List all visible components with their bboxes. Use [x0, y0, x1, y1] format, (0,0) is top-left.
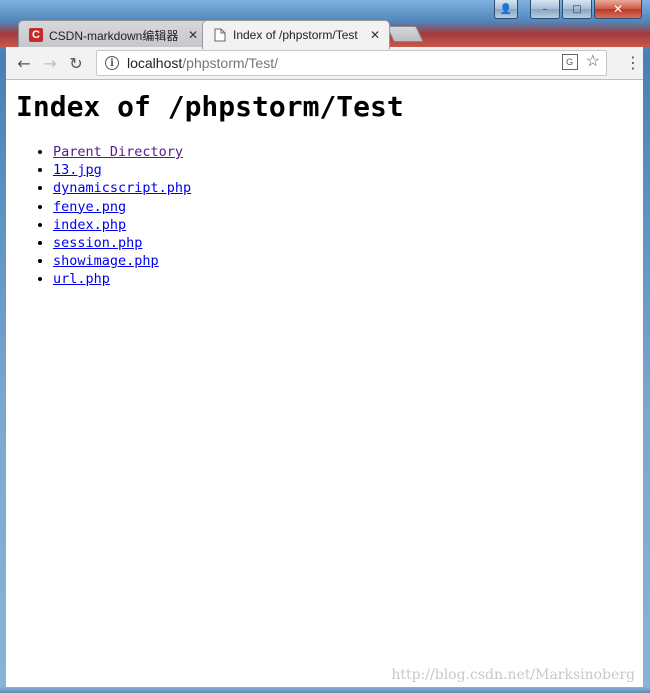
parent-directory-link[interactable]: Parent Directory — [53, 144, 183, 160]
url-path: /phpstorm/Test/ — [182, 55, 278, 71]
list-item: session.php — [53, 234, 191, 252]
close-window-button[interactable]: ✕ — [594, 0, 642, 19]
info-icon[interactable]: i — [105, 56, 119, 70]
file-link[interactable]: url.php — [53, 271, 110, 287]
watermark-text: http://blog.csdn.net/Marksinoberg — [391, 667, 635, 683]
tab-title: Index of /phpstorm/Test — [233, 28, 358, 42]
user-profile-icon[interactable]: 👤 — [494, 0, 518, 19]
file-link[interactable]: fenye.png — [53, 199, 126, 215]
window-bottom-border — [0, 687, 650, 693]
file-link[interactable]: index.php — [53, 217, 126, 233]
page-content: Index of /phpstorm/Test Parent Directory… — [6, 80, 643, 687]
browser-toolbar: ← → ↻ i localhost/phpstorm/Test/ G ☆ ⋮ — [6, 47, 643, 80]
csdn-logo-icon: C — [29, 28, 43, 42]
maximize-button[interactable]: □ — [562, 0, 592, 19]
bookmark-star-icon[interactable]: ☆ — [586, 54, 600, 70]
csdn-logo-glyph: C — [29, 28, 43, 42]
list-item: url.php — [53, 270, 191, 288]
document-icon — [213, 28, 227, 42]
file-link[interactable]: showimage.php — [53, 253, 159, 269]
file-link[interactable]: 13.jpg — [53, 162, 102, 178]
tab-close-icon[interactable]: ✕ — [365, 28, 385, 42]
forward-arrow-icon[interactable]: → — [40, 53, 60, 73]
list-item: fenye.png — [53, 198, 191, 216]
list-item: dynamicscript.php — [53, 179, 191, 197]
file-list: Parent Directory 13.jpg dynamicscript.ph… — [13, 143, 191, 289]
list-item: index.php — [53, 216, 191, 234]
tab-title: CSDN-markdown编辑器 — [49, 28, 179, 43]
tab-close-icon[interactable]: ✕ — [183, 28, 203, 42]
reload-icon[interactable]: ↻ — [66, 53, 86, 73]
back-arrow-icon[interactable]: ← — [14, 53, 34, 73]
tab-index-of-phpstorm-test[interactable]: Index of /phpstorm/Test ✕ — [202, 20, 390, 49]
address-bar[interactable]: i localhost/phpstorm/Test/ G ☆ — [96, 50, 607, 76]
list-item: showimage.php — [53, 252, 191, 270]
caption-buttons: 👤 – □ ✕ — [494, 0, 642, 19]
tab-csdn-editor[interactable]: C CSDN-markdown编辑器 ✕ — [18, 20, 208, 49]
file-link[interactable]: session.php — [53, 235, 142, 251]
page-title: Index of /phpstorm/Test — [16, 90, 404, 123]
window-frame: 👤 – □ ✕ C CSDN-markdown编辑器 ✕ Index of /p… — [0, 0, 650, 693]
list-item: 13.jpg — [53, 161, 191, 179]
translate-icon[interactable]: G — [561, 54, 578, 70]
list-item: Parent Directory — [53, 143, 191, 161]
file-link[interactable]: dynamicscript.php — [53, 180, 191, 196]
minimize-button[interactable]: – — [530, 0, 560, 19]
chrome-menu-icon[interactable]: ⋮ — [625, 53, 641, 73]
url-host: localhost — [127, 55, 183, 71]
